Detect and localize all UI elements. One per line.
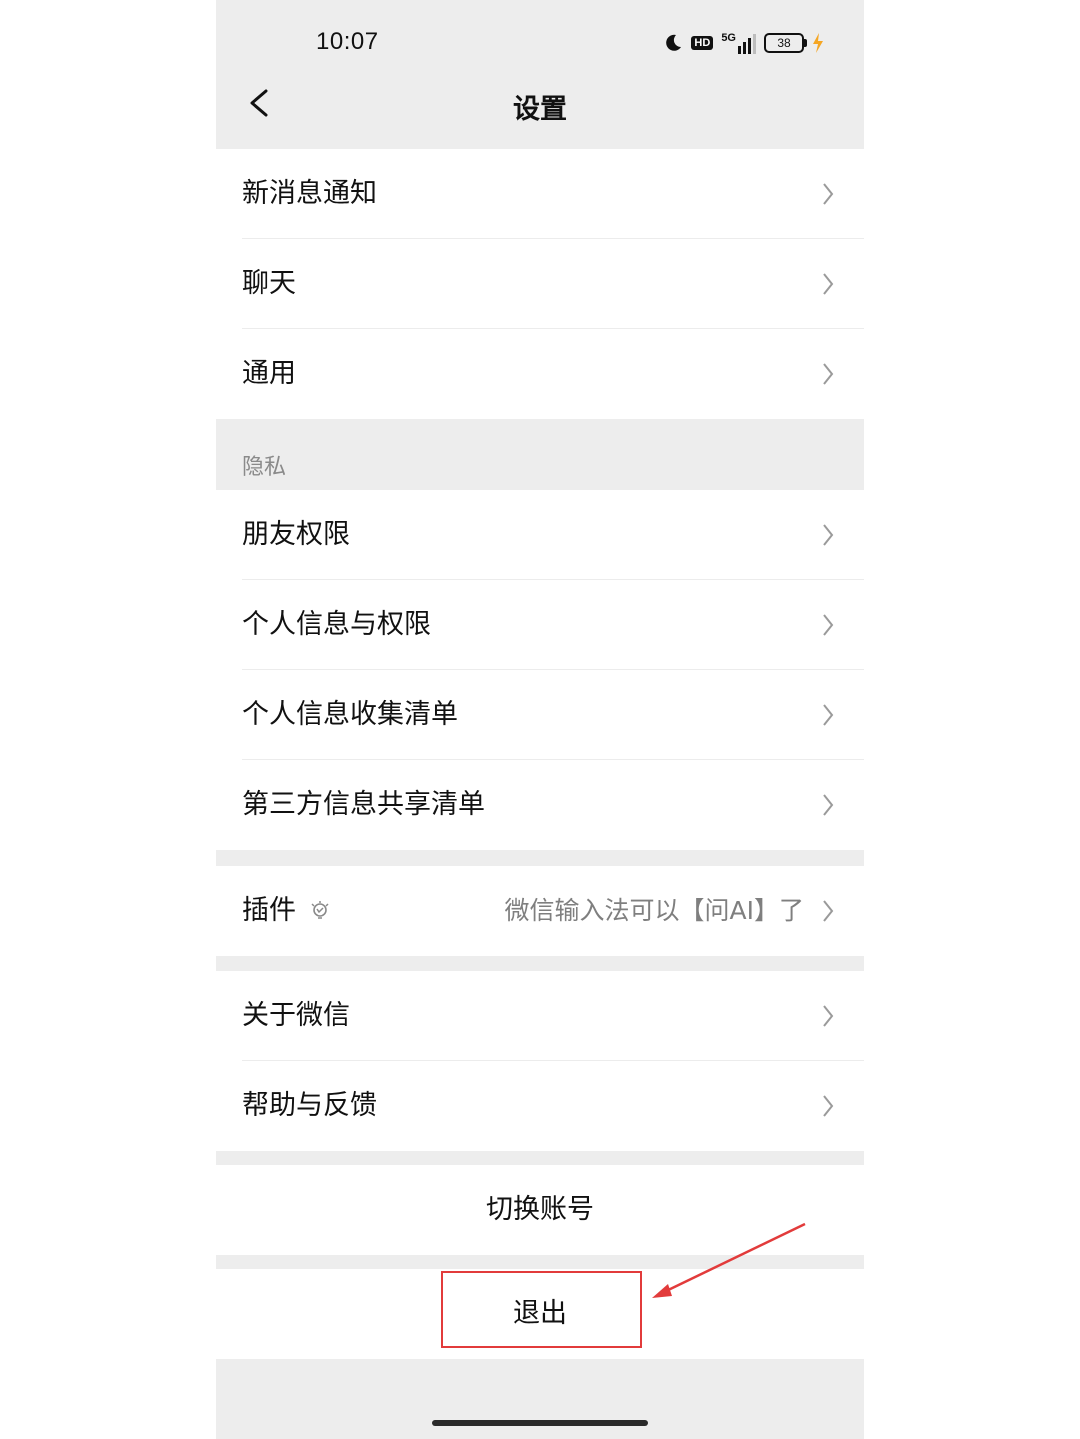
status-bar: 10:07 HD 5G 38 — [216, 0, 864, 85]
row-label-with-icon: 插件 — [242, 866, 330, 956]
plugin-group: 插件 微信输入法可以【问AI】了 — [216, 866, 864, 956]
network-type: 5G — [721, 32, 736, 44]
row-label: 聊天 — [242, 268, 296, 299]
chevron-right-icon — [823, 524, 834, 546]
signal-5g-icon: 5G — [721, 32, 756, 54]
row-label: 朋友权限 — [242, 519, 350, 550]
row-label: 个人信息与权限 — [242, 609, 431, 640]
chevron-right-icon — [823, 273, 834, 295]
privacy-settings-group: 朋友权限 个人信息与权限 个人信息收集清单 第三方信息共享清单 — [216, 490, 864, 850]
settings-row-notifications[interactable]: 新消息通知 — [216, 149, 864, 239]
chevron-right-icon — [823, 1095, 834, 1117]
settings-row-chat[interactable]: 聊天 — [216, 239, 864, 329]
row-label: 插件 — [242, 895, 296, 926]
privacy-section-header: 隐私 — [216, 419, 864, 489]
chevron-right-icon — [823, 614, 834, 636]
section-header-label: 隐私 — [242, 455, 287, 480]
hd-icon: HD — [691, 36, 714, 50]
chevron-right-icon — [823, 183, 834, 205]
settings-row-help-feedback[interactable]: 帮助与反馈 — [216, 1061, 864, 1151]
plugin-promo-text: 微信输入法可以【问AI】了 — [504, 896, 804, 925]
page-title: 设置 — [513, 94, 567, 125]
chevron-right-icon — [823, 900, 834, 922]
charging-icon — [813, 33, 823, 53]
row-label: 帮助与反馈 — [242, 1090, 377, 1121]
battery-icon: 38 — [764, 33, 807, 53]
settings-row-about-wechat[interactable]: 关于微信 — [216, 971, 864, 1061]
status-icons: HD 5G 38 — [663, 30, 824, 56]
switch-account-button[interactable]: 切换账号 — [216, 1165, 864, 1255]
row-label: 个人信息收集清单 — [242, 699, 458, 730]
row-label: 关于微信 — [242, 1000, 350, 1031]
home-indicator — [432, 1420, 648, 1426]
settings-row-personal-info-collection[interactable]: 个人信息收集清单 — [216, 670, 864, 760]
general-settings-group: 新消息通知 聊天 通用 — [216, 149, 864, 419]
settings-row-general[interactable]: 通用 — [216, 329, 864, 419]
moon-icon — [666, 34, 682, 51]
chevron-right-icon — [823, 794, 834, 816]
settings-row-third-party-sharing[interactable]: 第三方信息共享清单 — [216, 760, 864, 850]
row-label: 通用 — [242, 358, 296, 389]
chevron-right-icon — [823, 704, 834, 726]
settings-row-friend-permissions[interactable]: 朋友权限 — [216, 490, 864, 580]
logout-button[interactable]: 退出 — [216, 1269, 864, 1359]
plugin-bulb-icon — [311, 901, 329, 919]
row-label: 第三方信息共享清单 — [242, 789, 485, 820]
settings-row-plugins[interactable]: 插件 微信输入法可以【问AI】了 — [216, 866, 864, 956]
nav-bar: 设置 — [216, 85, 864, 147]
row-label: 新消息通知 — [242, 178, 377, 209]
about-group: 关于微信 帮助与反馈 — [216, 971, 864, 1151]
settings-screen: 10:07 HD 5G 38 设置 新消息通知 聊天 通用 隐私 朋友权限 个人… — [216, 0, 864, 1439]
chevron-right-icon — [823, 363, 834, 385]
chevron-right-icon — [823, 1005, 834, 1027]
status-time: 10:07 — [316, 28, 379, 55]
settings-row-personal-info-permissions[interactable]: 个人信息与权限 — [216, 580, 864, 670]
